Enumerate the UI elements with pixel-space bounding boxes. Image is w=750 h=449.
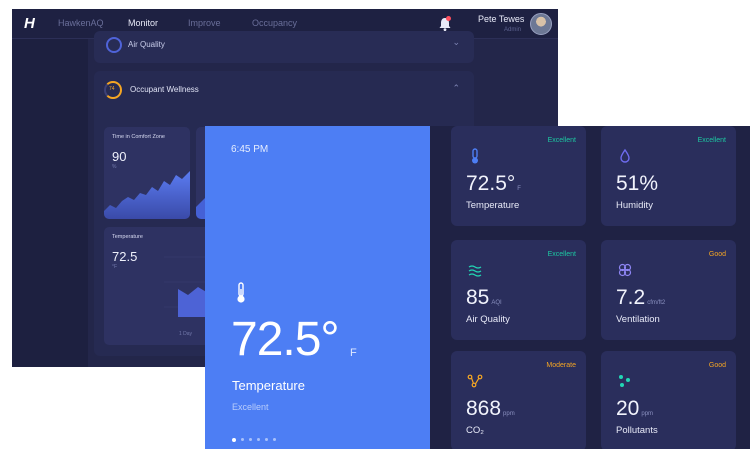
- occupant-wellness-title: Occupant Wellness: [130, 85, 199, 94]
- metric-value: 72.5°: [466, 172, 516, 195]
- metric-unit: ppm: [503, 411, 515, 417]
- metric-status: Moderate: [546, 362, 576, 369]
- metric-status: Excellent: [547, 137, 576, 144]
- chevron-down-icon[interactable]: ⌄: [452, 37, 460, 48]
- nav-monitor[interactable]: Monitor: [128, 18, 158, 28]
- metric-value-row: 72.5° F: [466, 172, 521, 196]
- metric-value: 51%: [616, 172, 659, 195]
- metric-status: Excellent: [697, 137, 726, 144]
- wind-waves-icon: [467, 262, 483, 278]
- wellness-score: 74: [109, 86, 115, 92]
- metric-unit: AQI: [491, 300, 502, 306]
- metric-label: Temperature: [466, 200, 520, 211]
- avatar[interactable]: [530, 13, 552, 35]
- nav-improve[interactable]: Improve: [188, 18, 221, 28]
- metric-card-co[interactable]: Moderate 868 ppm CO₂: [451, 351, 586, 449]
- metric-card-air-quality[interactable]: Excellent 85 AQI Air Quality: [451, 240, 586, 340]
- nav-hawkenaq[interactable]: HawkenAQ: [58, 18, 104, 28]
- page-indicator: [232, 431, 281, 449]
- metric-label: Ventilation: [616, 314, 660, 325]
- air-quality-card-title: Air Quality: [128, 40, 165, 49]
- user-role: Admin: [504, 27, 522, 33]
- metric-value-row: 20 ppm: [616, 397, 653, 421]
- page-dot[interactable]: [265, 438, 268, 442]
- page-dot[interactable]: [249, 438, 252, 442]
- hero-value: 72.5°: [231, 313, 340, 366]
- temperature-chart-value: 72.5: [112, 249, 138, 264]
- comfort-zone-sparkline: [104, 171, 190, 219]
- particles-icon: [617, 373, 633, 389]
- fan-icon: [617, 262, 633, 278]
- hero-temperature-panel: 6:45 PM 72.5° F Temperature Excellent: [205, 126, 430, 449]
- metric-label: CO₂: [466, 425, 484, 436]
- metric-label: Humidity: [616, 200, 653, 211]
- metric-status: Good: [708, 251, 726, 258]
- comfort-zone-card[interactable]: Time in Comfort Zone 90 %: [104, 127, 190, 219]
- side-panel: [12, 39, 88, 367]
- notification-bell-icon[interactable]: [438, 16, 452, 32]
- metric-value: 7.2: [616, 286, 646, 309]
- metric-value-row: 51%: [616, 172, 658, 196]
- metric-value: 868: [466, 397, 502, 420]
- hero-status: Excellent: [232, 402, 269, 412]
- droplet-icon: [617, 148, 633, 164]
- app-logo[interactable]: H: [24, 15, 40, 33]
- metric-value-row: 85 AQI: [466, 286, 502, 310]
- metric-value-row: 868 ppm: [466, 397, 515, 421]
- molecule-icon: [467, 373, 483, 389]
- metric-status: Good: [708, 362, 726, 369]
- metric-card-humidity[interactable]: Excellent 51% Humidity: [601, 126, 736, 226]
- screenshot-stage: H HawkenAQ Monitor Improve Occupancy Pet…: [0, 0, 750, 449]
- metric-unit: ppm: [641, 411, 654, 417]
- metric-card-pollutants[interactable]: Good 20 ppm Pollutants: [601, 351, 736, 449]
- air-quality-score-ring: [106, 37, 122, 53]
- metric-label: Air Quality: [466, 314, 510, 325]
- chevron-up-icon[interactable]: ⌃: [452, 83, 460, 94]
- comfort-zone-value: 90: [112, 149, 127, 164]
- metric-status: Excellent: [547, 251, 576, 258]
- page-dot[interactable]: [273, 438, 276, 442]
- thermometer-icon: [467, 148, 483, 164]
- metric-card-temperature[interactable]: Excellent 72.5° F Temperature: [451, 126, 586, 226]
- thermometer-icon: [237, 282, 245, 303]
- page-dot[interactable]: [232, 437, 236, 442]
- metric-card-ventilation[interactable]: Good 7.2 cfm/ft2 Ventilation: [601, 240, 736, 340]
- room-detail-window: 6:45 PM 72.5° F Temperature Excellent Ex…: [205, 126, 750, 449]
- metric-value-row: 7.2 cfm/ft2: [616, 286, 665, 310]
- metric-label: Pollutants: [616, 425, 658, 436]
- chart-range-tag[interactable]: 1 Day: [179, 331, 192, 337]
- temperature-chart-label: Temperature: [112, 234, 143, 240]
- temperature-chart-unit: °F: [112, 264, 118, 270]
- hero-time: 6:45 PM: [231, 144, 269, 155]
- page-dot[interactable]: [257, 438, 260, 442]
- notification-dot: [446, 16, 451, 21]
- metric-unit: F: [517, 186, 521, 192]
- metric-value: 85: [466, 286, 490, 309]
- page-dot[interactable]: [241, 438, 244, 442]
- comfort-zone-label: Time in Comfort Zone: [112, 134, 165, 140]
- hero-label: Temperature: [232, 378, 305, 393]
- metric-value: 20: [616, 397, 640, 420]
- metric-unit: cfm/ft2: [647, 300, 666, 306]
- air-quality-card[interactable]: Air Quality ⌄: [94, 31, 474, 63]
- hero-unit: F: [350, 347, 357, 359]
- user-name[interactable]: Pete Tewes: [478, 14, 524, 24]
- nav-occupancy[interactable]: Occupancy: [252, 18, 297, 28]
